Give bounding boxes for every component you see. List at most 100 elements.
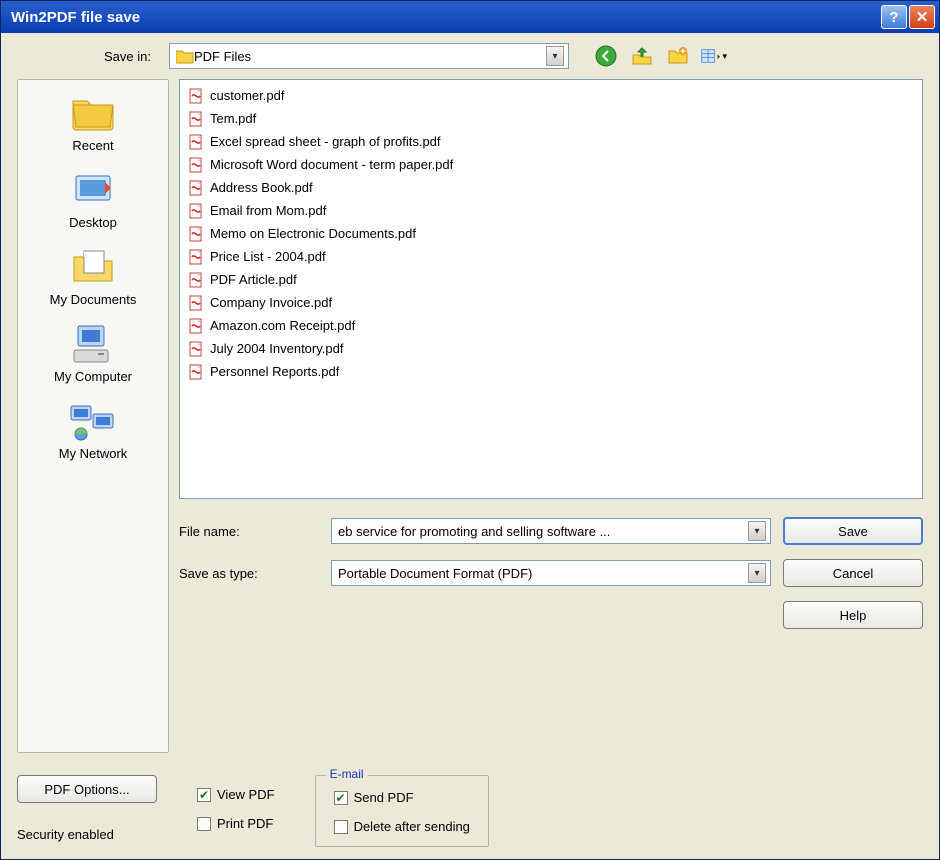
pdf-file-icon bbox=[188, 318, 204, 334]
save-in-row: Save in: PDF Files ▾ bbox=[17, 43, 923, 69]
file-item[interactable]: Price List - 2004.pdf bbox=[188, 245, 914, 268]
file-item[interactable]: Company Invoice.pdf bbox=[188, 291, 914, 314]
cancel-button[interactable]: Cancel bbox=[783, 559, 923, 587]
bottom-options: PDF Options... Security enabled ✔ View P… bbox=[17, 775, 923, 847]
pdf-file-icon bbox=[188, 295, 204, 311]
pdf-checks: ✔ View PDF Print PDF bbox=[197, 775, 275, 831]
file-item[interactable]: customer.pdf bbox=[188, 84, 914, 107]
pdf-file-icon bbox=[188, 180, 204, 196]
titlebar: Win2PDF file save ? ✕ bbox=[1, 1, 939, 33]
place-my-computer[interactable]: My Computer bbox=[54, 323, 132, 384]
pdf-file-icon bbox=[188, 341, 204, 357]
chevron-down-icon[interactable]: ▾ bbox=[748, 563, 766, 583]
place-recent[interactable]: Recent bbox=[69, 92, 117, 153]
file-name: Memo on Electronic Documents.pdf bbox=[210, 226, 416, 241]
file-item[interactable]: Amazon.com Receipt.pdf bbox=[188, 314, 914, 337]
file-name: Personnel Reports.pdf bbox=[210, 364, 339, 379]
form-rows: File name: eb service for promoting and … bbox=[179, 517, 923, 629]
chevron-down-icon: ▾ bbox=[722, 51, 727, 62]
save-as-type-label: Save as type: bbox=[179, 566, 319, 581]
file-list[interactable]: customer.pdf Tem.pdf Excel spread sheet - … bbox=[179, 79, 923, 499]
help-button[interactable]: Help bbox=[783, 601, 923, 629]
chevron-down-icon[interactable]: ▾ bbox=[546, 46, 564, 66]
file-name: Company Invoice.pdf bbox=[210, 295, 332, 310]
place-label: Recent bbox=[72, 138, 113, 153]
up-one-level-button[interactable] bbox=[629, 43, 655, 69]
filename-combo[interactable]: eb service for promoting and selling sof… bbox=[331, 518, 771, 544]
save-in-combo[interactable]: PDF Files ▾ bbox=[169, 43, 569, 69]
file-item[interactable]: Personnel Reports.pdf bbox=[188, 360, 914, 383]
filename-label: File name: bbox=[179, 524, 319, 539]
checkbox-label: Send PDF bbox=[354, 790, 414, 805]
security-status: Security enabled bbox=[17, 827, 157, 842]
file-item[interactable]: July 2004 Inventory.pdf bbox=[188, 337, 914, 360]
file-name: Email from Mom.pdf bbox=[210, 203, 326, 218]
new-folder-button[interactable] bbox=[665, 43, 691, 69]
file-item[interactable]: Tem.pdf bbox=[188, 107, 914, 130]
desktop-icon bbox=[69, 169, 117, 211]
checkbox-icon bbox=[197, 817, 211, 831]
my-computer-icon bbox=[69, 323, 117, 365]
help-icon: ? bbox=[889, 9, 898, 26]
place-label: My Network bbox=[59, 446, 128, 461]
pdf-options-button[interactable]: PDF Options... bbox=[17, 775, 157, 803]
pdf-file-icon bbox=[188, 111, 204, 127]
checkbox-icon bbox=[334, 820, 348, 834]
file-item[interactable]: Excel spread sheet - graph of profits.pd… bbox=[188, 130, 914, 153]
file-name: Excel spread sheet - graph of profits.pd… bbox=[210, 134, 441, 149]
place-desktop[interactable]: Desktop bbox=[69, 169, 117, 230]
file-name: Address Book.pdf bbox=[210, 180, 313, 195]
chevron-down-icon[interactable]: ▾ bbox=[748, 521, 766, 541]
pdf-file-icon bbox=[188, 249, 204, 265]
file-name: PDF Article.pdf bbox=[210, 272, 297, 287]
checkbox-label: Delete after sending bbox=[354, 819, 470, 834]
print-pdf-checkbox[interactable]: Print PDF bbox=[197, 816, 275, 831]
place-my-documents[interactable]: My Documents bbox=[50, 246, 137, 307]
checkbox-icon: ✔ bbox=[197, 788, 211, 802]
file-name: customer.pdf bbox=[210, 88, 284, 103]
save-button[interactable]: Save bbox=[783, 517, 923, 545]
folder-icon bbox=[69, 92, 117, 134]
file-name: July 2004 Inventory.pdf bbox=[210, 341, 343, 356]
save-as-type-value: Portable Document Format (PDF) bbox=[338, 566, 748, 581]
pdf-file-icon bbox=[188, 272, 204, 288]
pdf-file-icon bbox=[188, 203, 204, 219]
file-item[interactable]: PDF Article.pdf bbox=[188, 268, 914, 291]
file-name: Microsoft Word document - term paper.pdf bbox=[210, 157, 453, 172]
window-title: Win2PDF file save bbox=[11, 9, 879, 26]
nav-toolbar: ▾ bbox=[593, 43, 727, 69]
file-item[interactable]: Memo on Electronic Documents.pdf bbox=[188, 222, 914, 245]
mid-area: Recent Desktop My Documents bbox=[17, 79, 923, 753]
back-button[interactable] bbox=[593, 43, 619, 69]
file-item[interactable]: Email from Mom.pdf bbox=[188, 199, 914, 222]
email-group: E-mail ✔ Send PDF Delete after sending bbox=[315, 775, 489, 847]
file-name: Amazon.com Receipt.pdf bbox=[210, 318, 355, 333]
file-item[interactable]: Address Book.pdf bbox=[188, 176, 914, 199]
file-name: Price List - 2004.pdf bbox=[210, 249, 326, 264]
save-as-type-combo[interactable]: Portable Document Format (PDF) ▾ bbox=[331, 560, 771, 586]
send-pdf-checkbox[interactable]: ✔ Send PDF bbox=[334, 790, 470, 805]
place-label: Desktop bbox=[69, 215, 117, 230]
views-button[interactable]: ▾ bbox=[701, 43, 727, 69]
checkbox-icon: ✔ bbox=[334, 791, 348, 805]
checkbox-label: View PDF bbox=[217, 787, 275, 802]
pdf-file-icon bbox=[188, 88, 204, 104]
my-documents-icon bbox=[69, 246, 117, 288]
place-label: My Computer bbox=[54, 369, 132, 384]
file-name: Tem.pdf bbox=[210, 111, 256, 126]
pdf-file-icon bbox=[188, 157, 204, 173]
place-my-network[interactable]: My Network bbox=[59, 400, 128, 461]
save-in-label: Save in: bbox=[17, 49, 169, 64]
view-pdf-checkbox[interactable]: ✔ View PDF bbox=[197, 787, 275, 802]
titlebar-close-button[interactable]: ✕ bbox=[909, 5, 935, 29]
pdf-file-icon bbox=[188, 364, 204, 380]
titlebar-help-button[interactable]: ? bbox=[881, 5, 907, 29]
delete-after-sending-checkbox[interactable]: Delete after sending bbox=[334, 819, 470, 834]
file-item[interactable]: Microsoft Word document - term paper.pdf bbox=[188, 153, 914, 176]
filename-value: eb service for promoting and selling sof… bbox=[338, 524, 748, 539]
save-in-value: PDF Files bbox=[194, 49, 546, 64]
pdf-file-icon bbox=[188, 226, 204, 242]
client-area: Save in: PDF Files ▾ bbox=[1, 33, 939, 859]
file-save-dialog: Win2PDF file save ? ✕ Save in: PDF Files… bbox=[0, 0, 940, 860]
pdf-file-icon bbox=[188, 134, 204, 150]
